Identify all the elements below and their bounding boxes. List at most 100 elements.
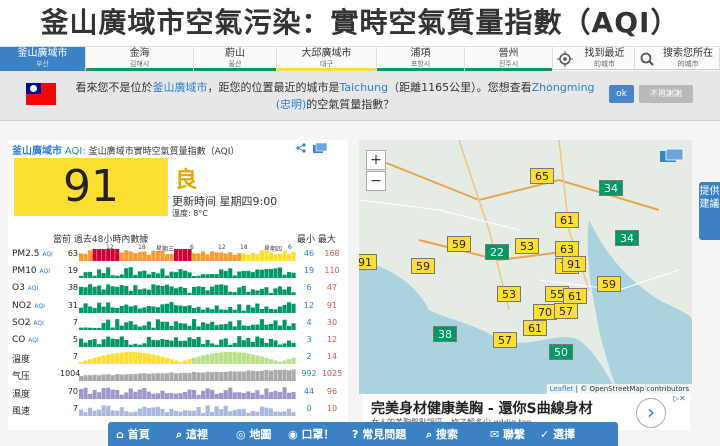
zoom-out-button[interactable]: − [366,171,386,191]
history-bar [146,374,151,382]
history-bar [255,324,260,330]
history-bar [241,325,246,330]
history-bar [259,318,264,330]
footer-item-1[interactable]: ⌕ 這裡 [176,426,208,442]
leaflet-link[interactable]: Leaflet [550,385,574,393]
pollutant-row[interactable]: 濕度 70 44 96 [8,385,348,400]
pollutant-row[interactable]: PM2.5 AQI 63 46 168 [8,247,348,262]
pollutant-row[interactable]: O3 AQI 38 6 47 [8,281,348,296]
history-bar [164,358,170,365]
pollutant-row[interactable]: 溫度 7 2 14 [8,350,348,365]
pollutant-max: 47 [326,283,338,293]
pollutant-row[interactable]: SO2 AQI 7 4 30 [8,316,348,331]
history-bar [106,319,111,330]
history-bar [160,321,165,330]
station-marker[interactable]: 91 [359,254,377,270]
footer-item-6[interactable]: ✉ 聯繫 [490,426,525,442]
station-marker[interactable]: 61 [555,212,579,228]
history-bar [142,406,147,416]
no-thanks-button[interactable]: 不用謝謝 [639,85,693,103]
footer-item-2[interactable]: ◎ 地圖 [236,426,271,442]
station-marker[interactable]: 53 [515,238,539,254]
history-bar [273,390,278,399]
aqi-map[interactable]: + − 653461345922536391705991595355617057… [359,140,692,394]
history-bar [250,341,255,347]
station-marker[interactable]: 34 [615,230,639,246]
history-bar [146,254,151,261]
footer-item-7[interactable]: ✓ 選擇 [540,426,575,442]
pollutant-row[interactable]: 風速 7 0 10 [8,402,348,417]
history-bar [291,272,296,279]
station-marker[interactable]: 34 [599,180,623,196]
history-bar [173,288,179,296]
station-marker[interactable]: 59 [597,276,621,292]
page-title: 釜山廣域市空氣污染：實時空氣質量指數（AQI） [40,6,680,39]
history-bar [178,340,183,347]
tab-city-0[interactable]: 釜山廣域市 부산 [0,47,86,71]
suggest-city-link-2[interactable]: (忠明) [276,98,307,111]
station-marker[interactable]: 53 [497,286,521,302]
suggest-city-link[interactable]: Zhongming [532,81,595,94]
history-bar [210,251,215,261]
pollutant-name-text: PM2.5 [12,249,43,259]
panel-city[interactable]: 釜山廣域市 [12,146,62,157]
current-city-link[interactable]: 釜山廣域市 [152,81,207,94]
pollutant-row[interactable]: NO2 AQI 31 12 91 [8,299,348,314]
history-bar [119,374,124,382]
footer-item-4[interactable]: ? 常見問題 [352,426,406,442]
station-marker[interactable]: 63 [555,241,579,257]
temperature: 溫度: 8°C [172,209,208,218]
history-bar [142,251,147,261]
zoom-in-button[interactable]: + [366,150,386,170]
station-marker[interactable]: 57 [554,303,578,319]
tab-city-7[interactable]: 搜索您所在 的城市 [635,47,720,71]
history-bar [241,286,246,296]
history-bar [291,323,296,330]
tab-city-3[interactable]: 大邱廣域市 대구 [277,47,377,71]
history-bar [124,410,129,416]
history-bar [115,410,120,416]
history-bar [201,355,206,365]
fullscreen-icon[interactable] [659,148,685,164]
history-bar [88,359,93,365]
ok-button[interactable]: ok [609,85,634,103]
share-icon[interactable] [296,143,306,153]
history-bar [228,306,233,313]
history-bar [246,412,251,416]
footer-item-5[interactable]: ⌕ 搜索 [426,426,458,442]
station-marker[interactable]: 59 [447,236,471,252]
station-marker[interactable]: 91 [562,256,586,272]
station-marker[interactable]: 22 [485,244,509,260]
map-background[interactable] [359,140,692,394]
tab-city-6[interactable]: 找到最近 的城市 [553,47,635,71]
ad-info-icon[interactable]: ▷✕ [673,394,686,403]
question-icon: ? [352,428,363,441]
feedback-tab[interactable]: 提供建議 [699,182,720,240]
pollutant-row[interactable]: PM10 AQI 19 19 110 [8,264,348,279]
pollutant-row[interactable]: CO AQI 5 3 12 [8,333,348,348]
embed-icon[interactable] [313,143,327,153]
history-bar [182,360,188,365]
footer-item-3[interactable]: ◉ 口罩！ [288,426,334,442]
station-marker[interactable]: 57 [493,332,517,348]
history-bar [282,289,287,296]
station-marker[interactable]: 38 [433,326,457,342]
tab-city-5[interactable]: 晉州 진주시 [465,47,553,71]
history-bar [201,390,206,399]
nearest-city-link[interactable]: Taichung [339,81,388,94]
station-marker[interactable]: 61 [523,320,547,336]
history-bar [137,271,142,279]
station-marker[interactable]: 50 [549,344,573,360]
tab-city-4[interactable]: 浦項 포항시 [377,47,465,71]
station-marker[interactable]: 65 [530,168,554,184]
history-bar [192,372,197,382]
pollutant-row[interactable]: 气压 1004 992 1025 [8,367,348,382]
footer-item-0[interactable]: ⌂ 首頁 [116,426,150,442]
ad-title[interactable]: 完美身材健康美胸 - 還你S曲線身材 [371,398,593,418]
tab-city-1[interactable]: 金海 김해시 [86,47,194,71]
station-marker[interactable]: 61 [563,288,587,304]
ad-arrow-icon[interactable]: › [636,398,666,428]
history-bar [241,271,246,279]
station-marker[interactable]: 59 [411,258,435,274]
tab-city-2[interactable]: 蔚山 울산 [194,47,277,71]
